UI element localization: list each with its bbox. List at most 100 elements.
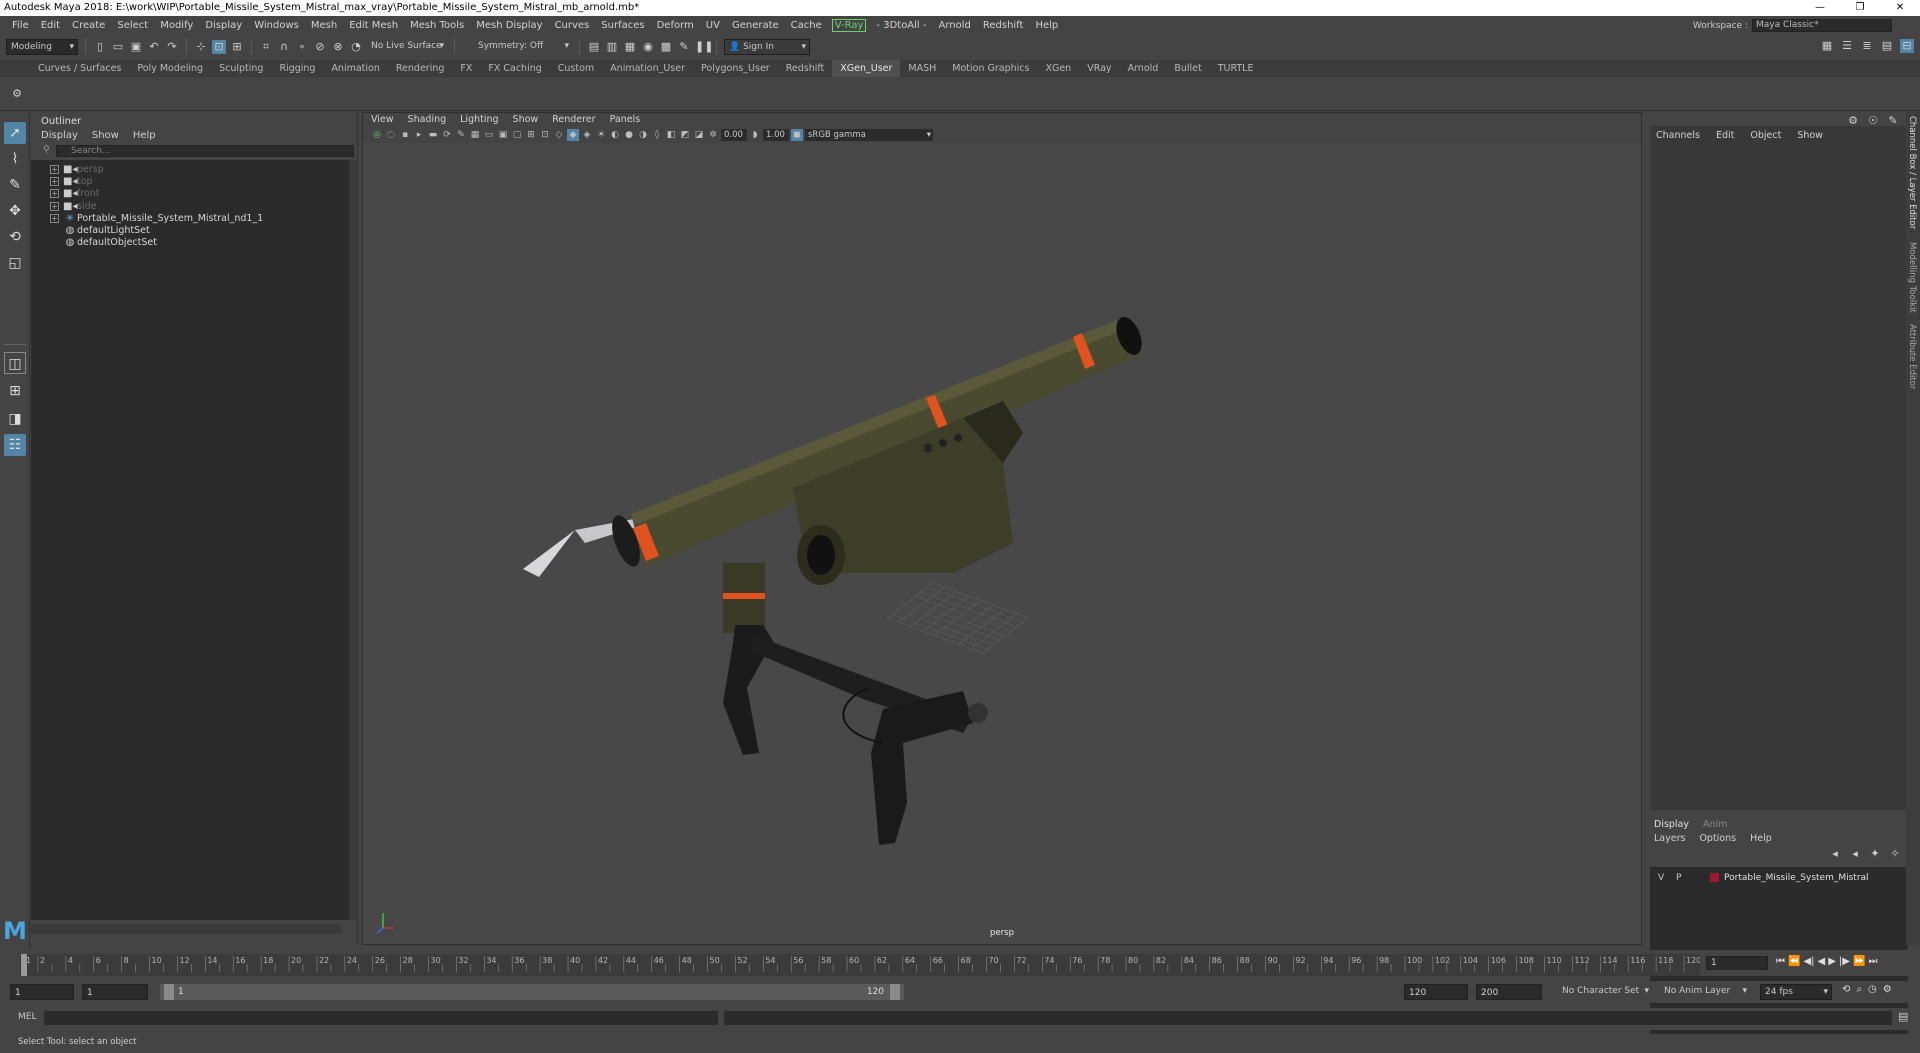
grid-icon[interactable]: ▦	[469, 129, 481, 141]
shelf-tab-mash[interactable]: MASH	[900, 63, 944, 74]
xray-icon[interactable]: ◩	[679, 129, 691, 141]
image-plane-icon[interactable]: ▬	[427, 129, 439, 141]
side-tab-modelling-toolkit[interactable]: Modelling Toolkit	[1907, 242, 1917, 313]
step-forward-key-icon[interactable]: ⏩	[1853, 956, 1865, 967]
tab-display[interactable]: Display	[1654, 819, 1689, 830]
four-view-layout-icon[interactable]: ⊞	[4, 380, 26, 402]
expand-icon[interactable]: +	[50, 177, 59, 187]
viewport-panel[interactable]: View Shading Lighting Show Renderer Panels ◎ …	[362, 112, 1642, 945]
start-time-field[interactable]: 1	[10, 984, 74, 1000]
menu-set-dropdown[interactable]: Modeling	[6, 39, 78, 55]
exposure-icon[interactable]: ✲	[707, 129, 719, 141]
outliner-vertical-scrollbar[interactable]	[349, 160, 357, 920]
shelf-tab-sculpting[interactable]: Sculpting	[211, 63, 271, 74]
close-button[interactable]: ✕	[1880, 0, 1920, 16]
vray-render-icon[interactable]: ✎	[677, 40, 691, 54]
menu-deform[interactable]: Deform	[651, 20, 700, 31]
shelf-tab-poly-modeling[interactable]: Poly Modeling	[129, 63, 211, 74]
loop-icon[interactable]: ⟲	[1842, 984, 1850, 995]
xray-joints-icon[interactable]: ◪	[693, 129, 705, 141]
range-end-handle[interactable]	[890, 984, 900, 1000]
rotate-tool-icon[interactable]: ⟲	[4, 226, 26, 248]
channel-menu-channels[interactable]: Channels	[1656, 130, 1700, 141]
shelf-tab-arnold[interactable]: Arnold	[1120, 63, 1167, 74]
script-editor-icon[interactable]: ▤	[1898, 1010, 1908, 1023]
menu-windows[interactable]: Windows	[248, 20, 305, 31]
2d-pan-zoom-icon[interactable]: ⟳	[441, 129, 453, 141]
menu-cache[interactable]: Cache	[785, 20, 828, 31]
menu-display[interactable]: Display	[199, 20, 248, 31]
tab-anim[interactable]: Anim	[1703, 819, 1727, 830]
shelf-tab-curves-surfaces[interactable]: Curves / Surfaces	[30, 63, 129, 74]
new-layer-icon[interactable]: ✦	[1868, 847, 1882, 861]
shelf-tab-animation[interactable]: Animation	[323, 63, 387, 74]
menu-vray[interactable]: V-Ray	[831, 18, 867, 32]
go-to-end-icon[interactable]: ⏭	[1868, 956, 1877, 967]
new-layer-selected-icon[interactable]: ✧	[1888, 847, 1902, 861]
channel-menu-object[interactable]: Object	[1750, 130, 1781, 141]
viewport-menu-show[interactable]: Show	[513, 113, 539, 127]
viewport-menu-view[interactable]: View	[371, 113, 394, 127]
shelf-tab-fx[interactable]: FX	[452, 63, 480, 74]
shelf-tab-bullet[interactable]: Bullet	[1166, 63, 1209, 74]
shelf-tab-xgen-user[interactable]: XGen_User	[832, 60, 901, 77]
step-back-key-icon[interactable]: ⏪	[1788, 956, 1800, 967]
menu-edit[interactable]: Edit	[35, 20, 66, 31]
open-scene-icon[interactable]: ▭	[111, 40, 125, 54]
snap-point-icon[interactable]: ∘	[295, 40, 309, 54]
channel-menu-show[interactable]: Show	[1797, 130, 1823, 141]
shelf-tab-fx-caching[interactable]: FX Caching	[480, 63, 549, 74]
grease-pencil-icon[interactable]: ✎	[455, 129, 467, 141]
viewport-menu-shading[interactable]: Shading	[408, 113, 447, 127]
auto-key-icon[interactable]: ⌕	[1856, 984, 1862, 995]
camera-attributes-icon[interactable]: ▪	[399, 129, 411, 141]
scene-canvas[interactable]	[363, 143, 1643, 946]
shadows-icon[interactable]: ◐	[609, 129, 621, 141]
menu-uv[interactable]: UV	[700, 20, 726, 31]
pause-icon[interactable]: ❚❚	[695, 40, 713, 54]
layer-row[interactable]: V P Portable_Missile_System_Mistral	[1650, 871, 1908, 885]
color-space-dropdown[interactable]: sRGB gamma ▾	[805, 129, 933, 141]
textured-icon[interactable]: ◈	[581, 129, 593, 141]
layer-menu-layers[interactable]: Layers	[1654, 833, 1685, 844]
expand-icon[interactable]: +	[50, 165, 59, 174]
menu-arnold[interactable]: Arnold	[933, 20, 977, 31]
wireframe-icon[interactable]: ◇	[553, 129, 565, 141]
lock-camera-icon[interactable]: ◌	[385, 129, 397, 141]
layer-menu-help[interactable]: Help	[1750, 833, 1772, 844]
side-tab-attribute-editor[interactable]: Attribute Editor	[1907, 324, 1917, 389]
exposure-field[interactable]: 0.00	[721, 129, 747, 141]
playback-end-field[interactable]: 120	[1404, 984, 1468, 1000]
current-frame-field[interactable]: 1	[1706, 956, 1768, 970]
minimize-button[interactable]: —	[1800, 0, 1840, 16]
expand-icon[interactable]: +	[50, 189, 59, 199]
move-layer-up-icon[interactable]: ◂	[1828, 847, 1842, 861]
range-start-handle[interactable]	[164, 984, 174, 1000]
menu-redshift[interactable]: Redshift	[977, 20, 1030, 31]
shelf-tab-vray[interactable]: VRay	[1079, 63, 1119, 74]
layer-color-swatch[interactable]	[1710, 873, 1719, 882]
modeling-toolkit-icon[interactable]: ▦	[1820, 39, 1834, 53]
snap-curve-icon[interactable]: ∩	[277, 40, 291, 54]
motion-blur-icon[interactable]: ◑	[637, 129, 649, 141]
time-ruler[interactable]: 1 2 4 6 8 10 12 14 16 18 20 22 24 26 28 30 32 34 36 38 40 42 4…	[20, 954, 1700, 976]
character-set-dropdown[interactable]: No Character Set	[1558, 984, 1652, 1000]
shelf-tab-animation-user[interactable]: Animation_User	[602, 63, 693, 74]
outliner-horizontal-scrollbar[interactable]	[31, 924, 341, 934]
tool-settings-icon[interactable]: ≣	[1860, 39, 1874, 53]
menu-mesh[interactable]: Mesh	[305, 20, 343, 31]
paint-select-tool-icon[interactable]: ✎	[4, 174, 26, 196]
snap-view-plane-icon[interactable]: ⊘	[313, 40, 327, 54]
outliner-row[interactable]: ◍ defaultObjectSet	[31, 235, 351, 250]
viewport-menu-panels[interactable]: Panels	[610, 113, 641, 127]
step-back-frame-icon[interactable]: ◀|	[1803, 956, 1814, 967]
shelf-tab-rendering[interactable]: Rendering	[388, 63, 453, 74]
gate-mask-icon[interactable]: ▢	[511, 129, 523, 141]
safe-action-icon[interactable]: ⊡	[539, 129, 551, 141]
layer-visibility-toggle[interactable]: V	[1658, 871, 1664, 885]
menu-select[interactable]: Select	[111, 20, 154, 31]
go-to-start-icon[interactable]: ⏮	[1776, 956, 1785, 967]
menu-generate[interactable]: Generate	[726, 20, 785, 31]
anti-aliasing-icon[interactable]: ◊	[651, 129, 663, 141]
toggle-panels-icon[interactable]: ⊟	[1900, 39, 1914, 53]
